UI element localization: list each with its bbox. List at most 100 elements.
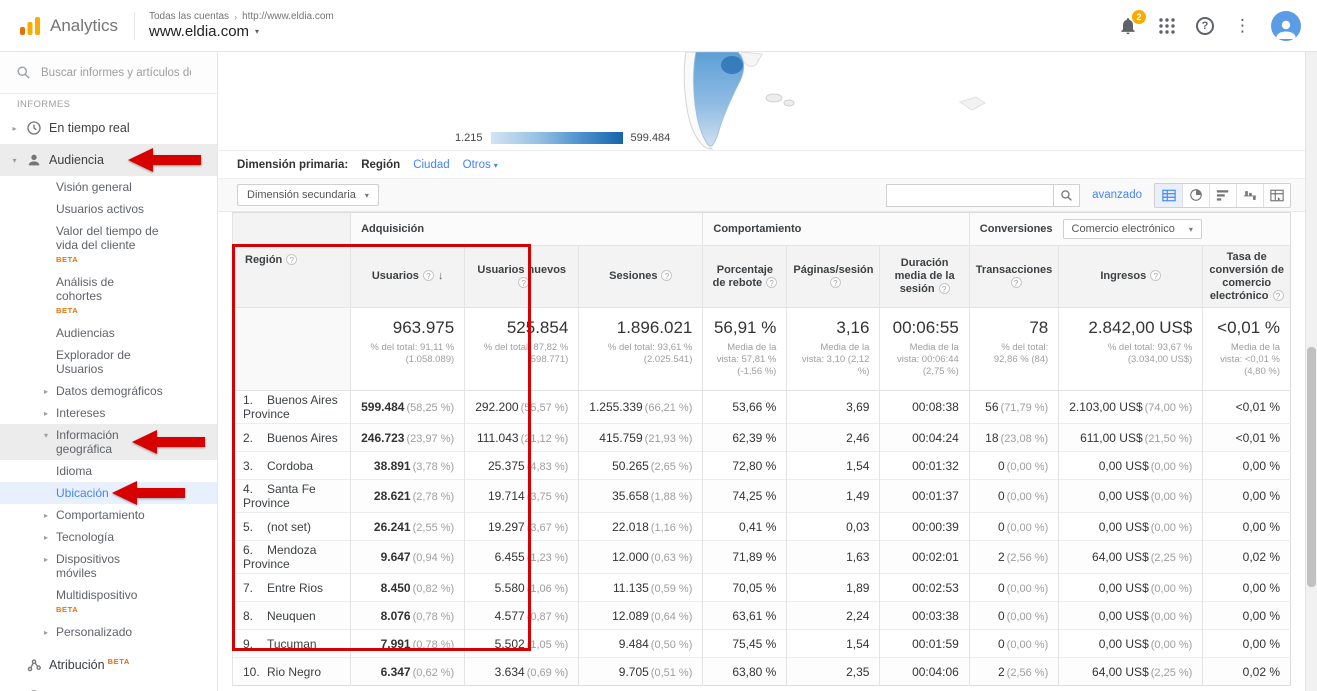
notifications-button[interactable]: 2 (1118, 16, 1138, 36)
pivot-view-icon[interactable] (1263, 184, 1290, 207)
cell-tasa-conversion: 0,00 % (1203, 480, 1291, 513)
cell-ingresos: 0,00 US$(0,00 %) (1059, 574, 1203, 602)
column-header-ingresos[interactable]: Ingresos? (1059, 246, 1203, 308)
table-row[interactable]: 6.Mendoza Province 9.647(0,94 %) 6.455(1… (233, 541, 1291, 574)
region-link[interactable]: Rio Negro (267, 665, 321, 679)
column-header-usuarios-nuevos[interactable]: Usuarios nuevos? (465, 246, 579, 308)
advanced-search-link[interactable]: avanzado (1092, 189, 1142, 201)
table-row[interactable]: 7.Entre Rios 8.450(0,82 %) 5.580(1,06 %)… (233, 574, 1291, 602)
sort-descending-icon[interactable]: ↓ (438, 270, 444, 282)
sidebar-item-valor-tiempo-vida[interactable]: Valor del tiempo de vida del cliente BET… (0, 220, 217, 271)
table-view-icon[interactable] (1155, 184, 1182, 207)
cell-paginas-sesion: 1,89 (787, 574, 880, 602)
vertical-scrollbar[interactable] (1305, 52, 1317, 691)
table-row[interactable]: 1.Buenos Aires Province 599.484(58,25 %)… (233, 391, 1291, 424)
buenos-aires-region-shape[interactable] (721, 56, 743, 74)
column-header-region[interactable]: Región? (233, 213, 351, 308)
sidebar-item-dispositivos-moviles[interactable]: ▸ Dispositivos móviles (0, 548, 217, 584)
help-icon[interactable]: ? (1273, 290, 1284, 301)
avatar[interactable] (1271, 11, 1301, 41)
table-row[interactable]: 9.Tucuman 7.991(0,78 %) 5.502(1,05 %) 9.… (233, 630, 1291, 658)
sidebar-item-audiencia[interactable]: ▾ Audiencia (0, 144, 217, 176)
table-row[interactable]: 10.Rio Negro 6.347(0,62 %) 3.634(0,69 %)… (233, 658, 1291, 686)
scrollbar-thumb[interactable] (1307, 347, 1316, 587)
breadcrumb-property[interactable]: http://www.eldia.com (242, 11, 334, 22)
primary-dimension-city[interactable]: Ciudad (413, 159, 449, 171)
sidebar-search-input[interactable] (41, 67, 191, 79)
help-button[interactable]: ? (1196, 17, 1214, 35)
help-icon[interactable]: ? (1011, 277, 1022, 288)
column-header-tasa-conversion[interactable]: Tasa de conversión de comercio electróni… (1203, 246, 1291, 308)
sidebar-item-comportamiento[interactable]: ▸ Comportamiento (0, 504, 217, 526)
map-svg (218, 52, 1317, 150)
primary-dimension-other[interactable]: Otros▾ (463, 159, 498, 171)
cell-porcentaje-rebote: 0,41 % (703, 513, 787, 541)
column-header-paginas-sesion[interactable]: Páginas/sesión? (787, 246, 880, 308)
region-link[interactable]: Cordoba (267, 459, 313, 473)
column-header-porcentaje-rebote[interactable]: Porcentaje de rebote? (703, 246, 787, 308)
sidebar-item-intereses[interactable]: ▸ Intereses (0, 402, 217, 424)
table-search-button[interactable] (1054, 184, 1080, 207)
percentage-view-icon[interactable] (1182, 184, 1209, 207)
chevron-down-icon: ▾ (1189, 225, 1193, 234)
summary-region-blank (233, 308, 351, 391)
cell-sesiones: 12.000(0,63 %) (579, 541, 703, 574)
region-link[interactable]: Entre Rios (267, 581, 323, 595)
performance-view-icon[interactable] (1209, 184, 1236, 207)
more-options-button[interactable]: ⋮ (1234, 16, 1251, 36)
sidebar-item-ubicacion[interactable]: Ubicación (0, 482, 217, 504)
breadcrumb[interactable]: Todas las cuentas › http://www.eldia.com (149, 11, 334, 22)
sidebar-item-informacion-geografica[interactable]: ▾ Información geográfica (0, 424, 217, 460)
table-row[interactable]: 5.(not set) 26.241(2,55 %) 19.297(3,67 %… (233, 513, 1291, 541)
island-shape (960, 97, 985, 110)
column-header-usuarios[interactable]: Usuarios?↓ (351, 246, 465, 308)
help-icon[interactable]: ? (423, 270, 434, 281)
sidebar-item-audiencias[interactable]: Audiencias (0, 322, 217, 344)
column-header-duracion-media[interactable]: Duración media de la sesión? (880, 246, 969, 308)
secondary-dimension-button[interactable]: Dimensión secundaria ▾ (237, 184, 379, 206)
table-row[interactable]: 8.Neuquen 8.076(0,78 %) 4.577(0,87 %) 12… (233, 602, 1291, 630)
table-row[interactable]: 4.Santa Fe Province 28.621(2,78 %) 19.71… (233, 480, 1291, 513)
sidebar-search[interactable] (0, 52, 217, 94)
primary-dimension-region[interactable]: Región (361, 159, 400, 171)
table-row[interactable]: 2.Buenos Aires 246.723(23,97 %) 111.043(… (233, 424, 1291, 452)
help-icon[interactable]: ? (939, 283, 950, 294)
table-search-input[interactable] (886, 184, 1054, 207)
sidebar-item-vision-general[interactable]: Visión general (0, 176, 217, 198)
cell-usuarios: 9.647(0,94 %) (351, 541, 465, 574)
sidebar-item-tecnologia[interactable]: ▸ Tecnología (0, 526, 217, 548)
region-link[interactable]: Neuquen (267, 609, 316, 623)
ecommerce-type-select[interactable]: Comercio electrónico ▾ (1063, 219, 1202, 239)
help-icon[interactable]: ? (1150, 270, 1161, 281)
apps-grid-button[interactable] (1158, 17, 1176, 35)
sidebar-item-idioma[interactable]: Idioma (0, 460, 217, 482)
sidebar-item-personalizado[interactable]: ▸ Personalizado (0, 621, 217, 643)
sidebar-item-datos-demograficos[interactable]: ▸ Datos demográficos (0, 380, 217, 402)
summary-usuarios: 963.975% del total: 91,11 % (1.058.089) (351, 308, 465, 391)
sidebar-item-atribucion[interactable]: AtribuciónBETA (0, 649, 217, 681)
cell-sesiones: 1.255.339(66,21 %) (579, 391, 703, 424)
region-link[interactable]: Tucuman (267, 637, 317, 651)
comparison-view-icon[interactable] (1236, 184, 1263, 207)
region-link[interactable]: Buenos Aires (267, 431, 338, 445)
sidebar-item-explorador-usuarios[interactable]: Explorador de Usuarios (0, 344, 217, 380)
region-link[interactable]: (not set) (267, 520, 311, 534)
help-icon[interactable]: ? (830, 277, 841, 288)
help-icon[interactable]: ? (286, 254, 297, 265)
sidebar-item-en-tiempo-real[interactable]: ▸ En tiempo real (0, 112, 217, 144)
analytics-brand[interactable]: Analytics (18, 14, 132, 38)
help-icon[interactable]: ? (766, 277, 777, 288)
help-icon[interactable]: ? (661, 270, 672, 281)
account-selector[interactable]: www.eldia.com ▾ (149, 23, 334, 40)
column-header-transacciones[interactable]: Transacciones? (969, 246, 1058, 308)
sidebar-item-descubrir[interactable]: Descubrir (0, 681, 217, 691)
cell-duracion-media: 00:01:59 (880, 630, 969, 658)
help-icon[interactable]: ? (518, 277, 529, 288)
sidebar-item-analisis-cohortes[interactable]: Análisis de cohortes BETA (0, 271, 217, 322)
table-row[interactable]: 3.Cordoba 38.891(3,78 %) 25.375(4,83 %) … (233, 452, 1291, 480)
sidebar-item-usuarios-activos[interactable]: Usuarios activos (0, 198, 217, 220)
breadcrumb-all-accounts[interactable]: Todas las cuentas (149, 11, 229, 22)
sidebar-item-multidispositivo[interactable]: Multidispositivo BETA (0, 584, 217, 621)
geo-map[interactable]: 1.215 599.484 (218, 52, 1317, 150)
column-header-sesiones[interactable]: Sesiones? (579, 246, 703, 308)
